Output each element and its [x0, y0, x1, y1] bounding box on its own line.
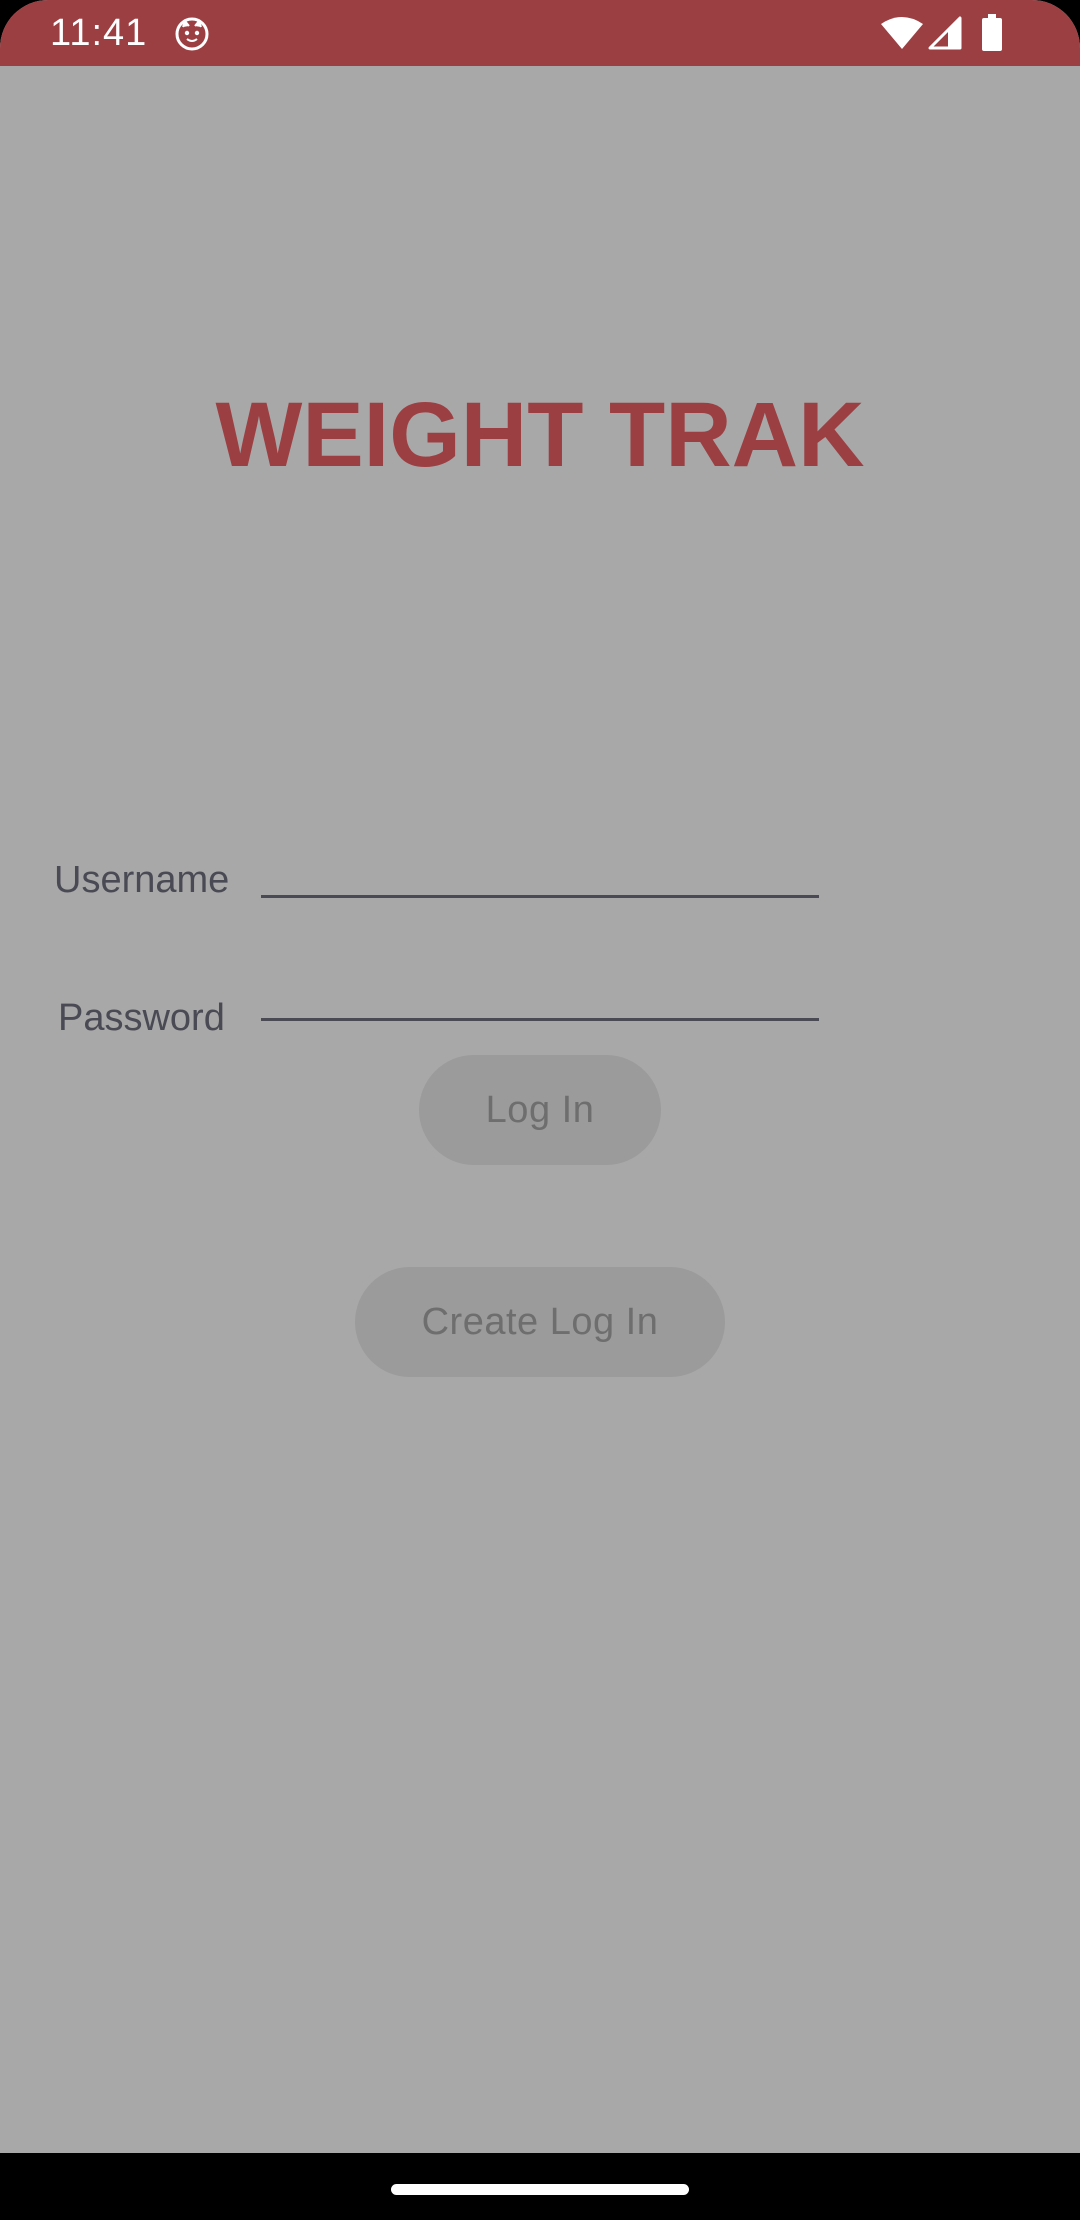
create-login-button[interactable]: Create Log In — [355, 1267, 725, 1377]
app-screen: 11:41 WEIGHT TRAK Username Password Log … — [0, 0, 1080, 2220]
navigation-bar — [0, 2153, 1080, 2220]
battery-icon — [982, 14, 1002, 51]
username-input[interactable] — [261, 842, 819, 898]
password-label: Password — [58, 997, 225, 1039]
password-input[interactable] — [261, 965, 819, 1021]
cell-signal-icon — [928, 16, 962, 50]
status-bar: 11:41 — [0, 0, 1080, 66]
login-button[interactable]: Log In — [419, 1055, 661, 1165]
status-time: 11:41 — [50, 12, 148, 54]
username-label: Username — [54, 859, 230, 901]
cat-face-icon — [175, 17, 209, 51]
home-indicator[interactable] — [391, 2184, 689, 2195]
wifi-icon — [881, 17, 923, 49]
app-title: WEIGHT TRAK — [215, 384, 865, 486]
